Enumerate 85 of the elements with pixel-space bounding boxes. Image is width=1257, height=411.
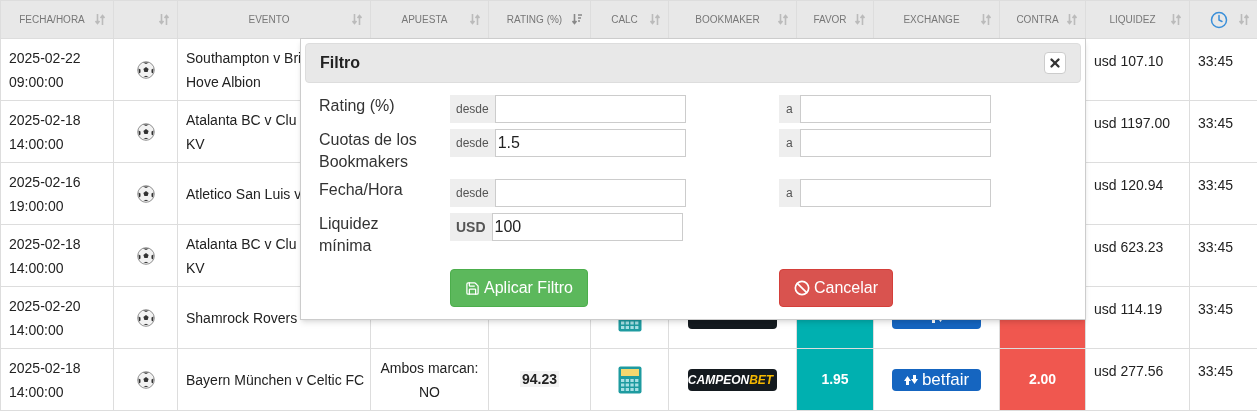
date-time: 2025-02-22 09:00:00 xyxy=(9,49,81,90)
exchange-logo[interactable]: betfair xyxy=(892,368,981,391)
time-value: 33:45 xyxy=(1198,363,1234,379)
liquidity-value: usd 277.56 xyxy=(1094,363,1164,379)
time-value: 33:45 xyxy=(1198,115,1234,131)
input-addon: desde xyxy=(450,129,495,157)
liquidity-value: usd 114.19 xyxy=(1094,301,1163,317)
close-button[interactable] xyxy=(1044,52,1066,74)
back-odds: 1.95 xyxy=(821,371,849,387)
sort-icon[interactable] xyxy=(470,14,480,25)
liquidity-value: usd 1197.00 xyxy=(1094,115,1171,131)
bet-type: Ambos marcan: NO xyxy=(380,359,479,400)
event-name: Southampton v Bri xyxy=(186,49,302,66)
input-addon: a xyxy=(779,179,800,207)
soccer-ball-icon xyxy=(136,370,155,389)
liquidity-value: usd 107.10 xyxy=(1094,53,1164,69)
liquidity-value: usd 120.94 xyxy=(1094,177,1164,193)
input-addon: a xyxy=(779,129,800,157)
sort-icon[interactable] xyxy=(650,14,660,25)
event-name: KV xyxy=(186,135,205,152)
event-name: Atalanta BC v Clu xyxy=(186,235,297,252)
column-header[interactable]: EVENTO xyxy=(248,12,290,27)
input-field[interactable] xyxy=(799,129,991,157)
soccer-ball-icon xyxy=(136,246,155,265)
date-time: 2025-02-18 14:00:00 xyxy=(9,235,81,276)
event-name: Bayern München v Celtic FC xyxy=(186,371,365,388)
close-icon xyxy=(1048,56,1062,70)
field-label: Cuotas de los Bookmakers xyxy=(319,130,418,172)
input-addon: a xyxy=(779,95,800,123)
input-addon: desde xyxy=(450,95,495,123)
field-label: Fecha/Hora xyxy=(319,180,404,200)
column-header[interactable]: APUESTA xyxy=(401,12,448,27)
input-addon: USD xyxy=(450,213,492,241)
column-header[interactable]: CALC xyxy=(611,12,638,27)
date-time: 2025-02-20 14:00:00 xyxy=(9,297,81,338)
sort-icon[interactable] xyxy=(855,14,865,25)
clock-icon xyxy=(1209,10,1228,29)
date-time: 2025-02-18 14:00:00 xyxy=(9,359,81,400)
save-icon xyxy=(465,280,480,296)
soccer-ball-icon xyxy=(136,122,155,141)
sort-icon[interactable] xyxy=(159,14,169,25)
column-header[interactable]: EXCHANGE xyxy=(903,12,960,27)
sort-icon[interactable] xyxy=(95,14,105,25)
event-name: Hove Albion xyxy=(186,73,261,90)
input-field[interactable] xyxy=(494,179,686,207)
input-field[interactable]: 1.5 xyxy=(494,129,686,157)
event-name: Atalanta BC v Clu xyxy=(186,111,297,128)
bookmaker-logo[interactable]: CAMPEONBET xyxy=(688,368,777,391)
sort-icon[interactable] xyxy=(352,14,362,25)
input-addon: desde xyxy=(450,179,495,207)
sort-icon[interactable] xyxy=(1239,14,1249,25)
field-label: Rating (%) xyxy=(319,96,396,116)
liquidity-value: usd 623.23 xyxy=(1094,239,1164,255)
apply-filter-button[interactable]: Aplicar Filtro xyxy=(450,269,588,307)
event-name: KV xyxy=(186,259,205,276)
sort-icon[interactable] xyxy=(572,14,582,25)
column-header[interactable]: BOOKMAKER xyxy=(695,12,760,27)
rating-value: 94.23 xyxy=(519,371,559,387)
sort-icon[interactable] xyxy=(1171,14,1181,25)
date-time: 2025-02-18 14:00:00 xyxy=(9,111,81,152)
sort-icon[interactable] xyxy=(1067,14,1077,25)
column-header[interactable]: FAVOR xyxy=(813,12,847,27)
column-header[interactable]: CONTRA xyxy=(1016,12,1059,27)
input-field[interactable] xyxy=(799,179,991,207)
calculator-icon[interactable] xyxy=(617,365,642,394)
column-header[interactable]: LIQUIDEZ xyxy=(1109,12,1156,27)
sort-icon[interactable] xyxy=(981,14,991,25)
event-name: Shamrock Rovers xyxy=(186,309,298,326)
soccer-ball-icon xyxy=(136,184,155,203)
input-field[interactable] xyxy=(494,95,686,123)
time-value: 33:45 xyxy=(1198,177,1234,193)
lay-odds: 2.00 xyxy=(1028,371,1057,387)
input-field[interactable] xyxy=(799,95,991,123)
time-value: 33:45 xyxy=(1198,301,1234,317)
sort-icon[interactable] xyxy=(778,14,788,25)
time-value: 33:45 xyxy=(1198,239,1234,255)
field-label: Liquidez mínima xyxy=(319,214,380,256)
input-field[interactable]: 100 xyxy=(491,213,683,241)
date-time: 2025-02-16 19:00:00 xyxy=(9,173,81,214)
dialog-title: Filtro xyxy=(320,53,360,73)
soccer-ball-icon xyxy=(136,60,155,79)
soccer-ball-icon xyxy=(136,308,155,327)
ban-icon xyxy=(794,280,810,296)
time-value: 33:45 xyxy=(1198,53,1234,69)
cancel-button[interactable]: Cancelar xyxy=(779,269,894,307)
